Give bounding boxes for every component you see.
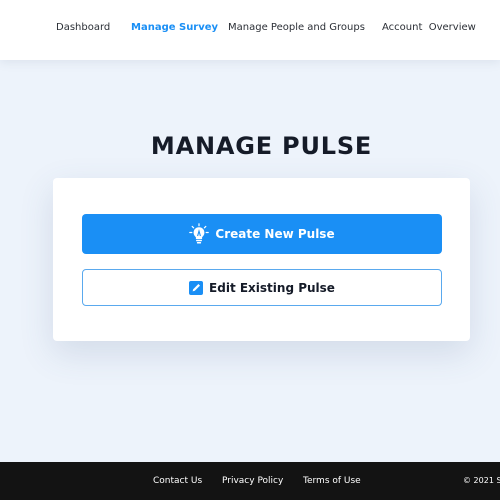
manage-pulse-card: Create New Pulse Edit Existing Pulse [53,178,470,341]
footer-link-contact-us[interactable]: Contact Us [153,476,202,486]
nav-manage-people-and-groups[interactable]: Manage People and Groups [228,22,365,33]
nav-account-overview[interactable]: Account Overview [382,22,476,33]
footer-copyright: © 2021 Se [463,476,500,485]
footer-link-privacy-policy[interactable]: Privacy Policy [222,476,283,486]
create-new-pulse-label: Create New Pulse [215,227,335,241]
create-new-pulse-button[interactable]: Create New Pulse [82,214,442,254]
page-title: MANAGE PULSE [150,132,373,160]
edit-existing-pulse-label: Edit Existing Pulse [209,280,335,295]
nav-manage-survey[interactable]: Manage Survey [131,22,218,33]
nav-dashboard[interactable]: Dashboard [56,22,110,33]
edit-icon [189,280,204,295]
edit-existing-pulse-button[interactable]: Edit Existing Pulse [82,269,442,306]
top-navigation: Dashboard Manage Survey Manage People an… [0,0,500,60]
lightbulb-icon [189,223,210,245]
footer: Contact Us Privacy Policy Terms of Use ©… [0,462,500,500]
footer-link-terms-of-use[interactable]: Terms of Use [303,476,361,486]
